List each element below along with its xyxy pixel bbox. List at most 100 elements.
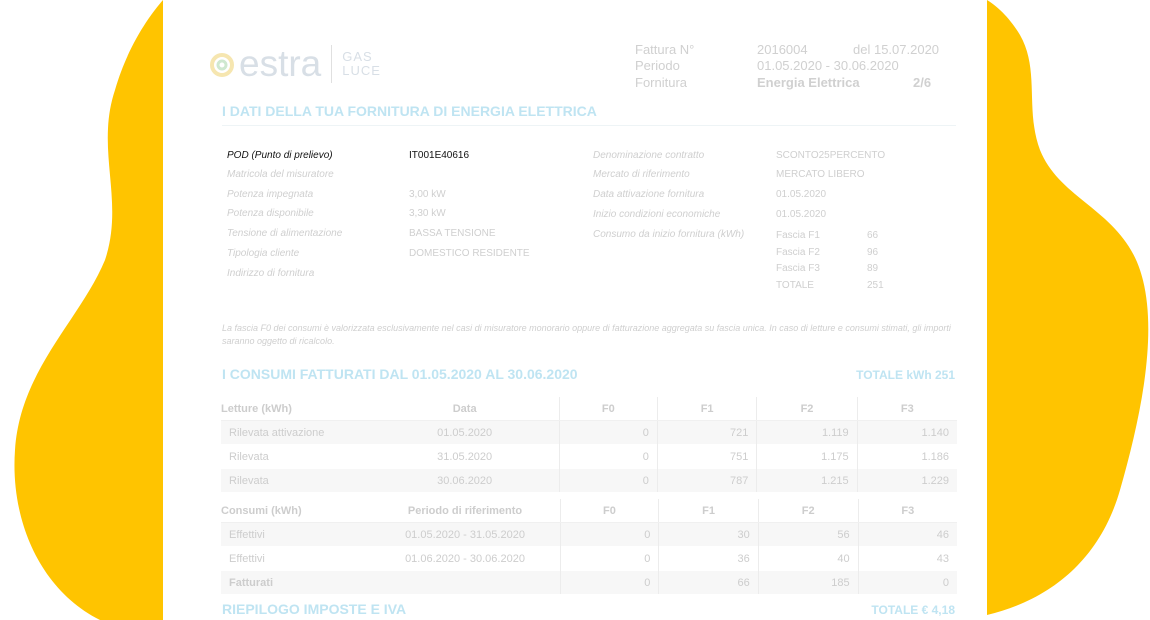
table-cell: Effettivi [221, 546, 371, 571]
left-yellow-blob [14, 0, 163, 620]
consumption-header: F2 [757, 499, 859, 523]
page-number: 2/6 [913, 75, 932, 90]
table-row: Effettivi 01.05.2020 - 31.05.2020 0 30 5… [221, 522, 957, 547]
taxes-section-title: RIEPILOGO IMPOSTE E IVA [222, 601, 407, 617]
table-cell: Rilevata [221, 468, 371, 492]
invoice-label: Fattura N° [635, 42, 695, 57]
period-label: Periodo [635, 58, 680, 73]
consumption-header: F3 [857, 499, 957, 523]
committed-power-value: 3,00 kW [409, 189, 446, 200]
consumption-since-label: Consumo da inizio fornitura (kWh) [593, 229, 745, 240]
table-cell: 31.05.2020 [370, 444, 560, 469]
table-cell: 66 [658, 570, 759, 594]
table-cell: 1.186 [856, 444, 957, 469]
table-cell: Rilevata [221, 444, 371, 469]
table-cell: 185 [757, 570, 859, 594]
table-cell: 0 [558, 468, 658, 492]
supply-section-title: I DATI DELLA TUA FORNITURA DI ENERGIA EL… [222, 103, 597, 119]
supply-value: Energia Elettrica [757, 75, 860, 90]
table-cell: 30.06.2020 [370, 468, 560, 492]
supply-address-label: Indirizzo di fornitura [227, 268, 315, 279]
table-cell: 751 [656, 444, 757, 469]
taxes-total: TOTALE € 4,18 [871, 603, 955, 617]
readings-header: F1 [656, 397, 757, 421]
readings-header: F3 [856, 397, 957, 421]
table-cell: 01.05.2020 - 31.05.2020 [370, 522, 561, 547]
band-f2-label: Fascia F2 [776, 247, 820, 258]
band-total-value: 251 [867, 280, 884, 291]
market-label: Mercato di riferimento [593, 169, 690, 180]
table-cell [370, 570, 561, 594]
table-cell: 0 [559, 546, 659, 571]
readings-header: F2 [756, 397, 858, 421]
band-total-label: TOTALE [776, 280, 814, 291]
table-cell: 0 [559, 570, 659, 594]
readings-header-row: Letture (kWh) Data F0 F1 F2 F3 [221, 397, 957, 421]
band-f1-value: 66 [867, 230, 879, 241]
voltage-label: Tensione di alimentazione [227, 228, 343, 239]
logo-wordmark: estra [239, 43, 322, 84]
pod-value: IT001E40616 [409, 150, 470, 161]
table-cell: 0 [558, 444, 658, 469]
table-cell: 46 [857, 522, 957, 547]
logo-divider [331, 45, 333, 83]
table-cell: 1.140 [856, 420, 957, 445]
band-f2-value: 96 [867, 247, 879, 258]
table-cell: Fatturati [221, 570, 371, 594]
available-power-value: 3,30 kW [409, 208, 446, 219]
consumption-header: F0 [559, 499, 659, 523]
period-value: 01.05.2020 - 30.06.2020 [757, 58, 899, 73]
supply-label: Fornitura [635, 75, 688, 90]
table-cell: 1.175 [756, 444, 858, 469]
readings-table: Letture (kWh) Data F0 F1 F2 F3 Rilevata … [221, 397, 957, 492]
table-cell: 43 [857, 546, 957, 571]
consumption-header: F1 [658, 499, 759, 523]
contract-name-value: SCONTO25PERCENTO [776, 150, 886, 161]
economic-start-value: 01.05.2020 [776, 209, 827, 220]
band-f1-label: Fascia F1 [776, 230, 820, 241]
table-row: Rilevata 30.06.2020 0 787 1.215 1.229 [221, 468, 957, 492]
meter-label: Matricola del misuratore [227, 169, 334, 180]
table-cell: Effettivi [221, 522, 371, 547]
voltage-value: BASSA TENSIONE [409, 228, 496, 239]
table-row: Rilevata attivazione 01.05.2020 0 721 1.… [221, 420, 957, 445]
band-note: La fascia F0 dei consumi è valorizzata e… [222, 323, 951, 346]
logo-swirl-icon [210, 53, 234, 77]
table-cell: 40 [757, 546, 859, 571]
consumption-section-title: I CONSUMI FATTURATI DAL 01.05.2020 AL 30… [222, 366, 578, 382]
section-divider [222, 125, 956, 126]
invoice-date: del 15.07.2020 [853, 42, 940, 57]
pod-label: POD (Punto di prelievo) [227, 150, 333, 161]
table-cell: 0 [558, 420, 658, 445]
table-cell: 30 [658, 522, 759, 547]
consumption-header: Consumi (kWh) [221, 499, 371, 523]
consumption-table: Consumi (kWh) Periodo di riferimento F0 … [221, 499, 957, 594]
table-cell: 0 [857, 570, 957, 594]
customer-type-label: Tipologia cliente [227, 248, 300, 259]
market-value: MERCATO LIBERO [776, 169, 865, 180]
table-cell: 1.215 [756, 468, 858, 492]
invoice-number: 2016004 [757, 42, 808, 57]
band-f3-value: 89 [867, 263, 879, 274]
logo-subtitle: GAS LUCE [342, 49, 381, 78]
table-cell: 1.229 [856, 468, 957, 492]
available-power-label: Potenza disponibile [227, 208, 314, 219]
table-row: Effettivi 01.06.2020 - 30.06.2020 0 36 4… [221, 546, 957, 571]
activation-date-value: 01.05.2020 [776, 189, 827, 200]
committed-power-label: Potenza impegnata [227, 189, 314, 200]
readings-header: F0 [558, 397, 658, 421]
table-cell: 787 [656, 468, 757, 492]
table-row: Fatturati 0 66 185 0 [221, 570, 957, 594]
table-cell: 1.119 [756, 420, 858, 445]
activation-date-label: Data attivazione fornitura [593, 189, 705, 200]
right-yellow-blob [987, 0, 1149, 615]
consumption-total: TOTALE kWh 251 [856, 368, 955, 382]
consumption-header: Periodo di riferimento [370, 499, 561, 523]
table-cell: 721 [656, 420, 757, 445]
customer-type-value: DOMESTICO RESIDENTE [409, 248, 530, 259]
readings-header: Data [370, 397, 560, 421]
table-cell: 36 [658, 546, 759, 571]
contract-name-label: Denominazione contratto [593, 150, 705, 161]
band-f3-label: Fascia F3 [776, 263, 820, 274]
table-cell: 01.05.2020 [370, 420, 560, 445]
